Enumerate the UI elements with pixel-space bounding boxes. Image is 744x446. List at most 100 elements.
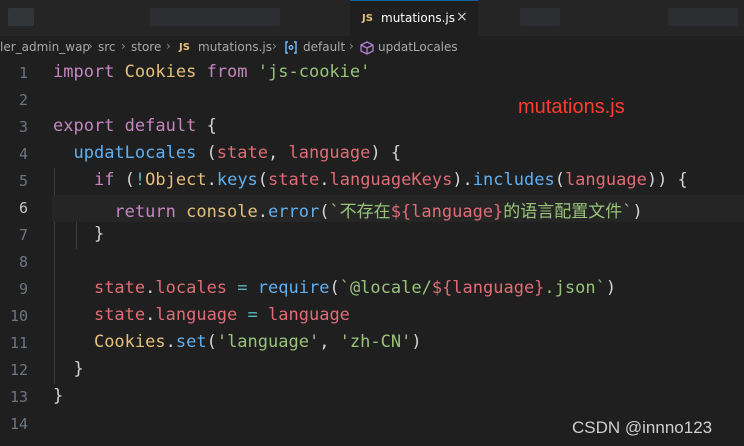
code-token: , bbox=[267, 143, 289, 163]
code-token: ${language} bbox=[431, 278, 545, 298]
code-token: ${language} bbox=[390, 202, 504, 222]
line-number: 13 bbox=[9, 388, 28, 406]
breadcrumb-default[interactable]: default bbox=[303, 40, 345, 54]
line-number: 14 bbox=[9, 415, 28, 433]
code-line[interactable]: 12 } bbox=[0, 357, 744, 384]
code-token: . bbox=[257, 202, 268, 222]
code-token: . bbox=[206, 170, 217, 190]
code-token: ( bbox=[554, 170, 565, 190]
line-number: 9 bbox=[18, 280, 28, 298]
code-text: state.locales = require(`@locale/${langu… bbox=[53, 278, 616, 298]
line-number: 2 bbox=[18, 91, 28, 109]
code-line[interactable]: 6 return console.error(`不存在${language}的语… bbox=[0, 195, 744, 222]
line-number: 7 bbox=[18, 226, 28, 244]
code-token: ( bbox=[257, 170, 269, 190]
code-token: Cookies bbox=[93, 332, 166, 352]
code-text: if (!Object.keys(state.languageKeys).inc… bbox=[53, 170, 688, 190]
blurred-tab[interactable] bbox=[668, 8, 738, 26]
code-token: export bbox=[53, 116, 115, 136]
code-token: language bbox=[288, 143, 371, 163]
code-line[interactable]: 11 Cookies.set('language', 'zh-CN') bbox=[0, 330, 744, 357]
code-token: if bbox=[93, 170, 115, 190]
code-token: 'js-cookie' bbox=[257, 62, 371, 82]
code-token: language bbox=[155, 305, 238, 325]
code-token: state bbox=[268, 170, 320, 190]
code-token: `不存在 bbox=[329, 202, 391, 222]
blurred-tab[interactable] bbox=[150, 8, 280, 26]
code-line[interactable]: 10 state.language = language bbox=[0, 303, 744, 330]
close-icon[interactable]: × bbox=[456, 9, 468, 25]
tab-bar: JS mutations.js × bbox=[0, 0, 744, 36]
code-token: )) { bbox=[646, 170, 688, 190]
code-token: . bbox=[319, 170, 330, 190]
code-token: keys bbox=[216, 170, 258, 190]
breadcrumb-project[interactable]: ler_admin_wap bbox=[0, 40, 90, 54]
tab-mutations-js[interactable]: JS mutations.js × bbox=[350, 0, 478, 36]
code-line[interactable]: 2 bbox=[0, 87, 744, 114]
chevron-right-icon: › bbox=[166, 39, 171, 53]
code-text: } bbox=[53, 224, 104, 244]
breadcrumb-file[interactable]: mutations.js bbox=[198, 40, 272, 54]
chevron-right-icon: › bbox=[349, 39, 354, 53]
code-token: ). bbox=[452, 170, 473, 190]
breadcrumb-method[interactable]: updatLocales bbox=[378, 40, 458, 54]
code-line[interactable]: 13} bbox=[0, 384, 744, 411]
code-token: ) bbox=[632, 202, 643, 222]
code-line[interactable]: 7 } bbox=[0, 222, 744, 249]
line-number: 5 bbox=[18, 172, 28, 190]
code-token: languageKeys bbox=[329, 170, 453, 190]
code-line[interactable]: 1 import Cookies from 'js-cookie' bbox=[0, 60, 744, 87]
breadcrumb-src[interactable]: src bbox=[98, 40, 116, 54]
code-token: } bbox=[53, 359, 84, 379]
code-token: 'language' bbox=[216, 332, 320, 352]
code-token: . bbox=[165, 332, 176, 352]
blurred-tab[interactable] bbox=[8, 8, 34, 26]
code-token: require bbox=[257, 278, 330, 298]
line-number: 4 bbox=[18, 145, 28, 163]
code-line[interactable]: 5 if (!Object.keys(state.languageKeys).i… bbox=[0, 168, 744, 195]
code-token: console bbox=[186, 202, 258, 222]
code-token: default bbox=[124, 116, 197, 136]
code-token: ) { bbox=[370, 143, 402, 163]
code-token: = bbox=[237, 278, 248, 298]
code-token: language bbox=[564, 170, 647, 190]
breadcrumb-store[interactable]: store bbox=[131, 40, 161, 54]
code-editor[interactable]: 1 import Cookies from 'js-cookie' 2 3 export… bbox=[0, 60, 744, 446]
code-token: error bbox=[268, 202, 320, 222]
code-line[interactable]: 8 bbox=[0, 249, 744, 276]
line-number: 10 bbox=[9, 307, 28, 325]
code-token: } bbox=[53, 386, 64, 406]
code-text: } bbox=[53, 359, 84, 379]
code-line[interactable]: 9 state.locales = require(`@locale/${lan… bbox=[0, 276, 744, 303]
code-token: import bbox=[53, 62, 115, 82]
code-token: ( bbox=[196, 143, 217, 163]
code-token: ( bbox=[114, 170, 135, 190]
annotation-label: mutations.js bbox=[518, 96, 625, 118]
code-token: .json` bbox=[544, 278, 606, 298]
code-token: , bbox=[319, 332, 340, 352]
method-cube-icon bbox=[360, 41, 374, 58]
code-token: state bbox=[93, 278, 146, 298]
code-token: ( bbox=[206, 332, 217, 352]
line-number: 12 bbox=[9, 361, 28, 379]
javascript-file-icon: JS bbox=[362, 13, 373, 24]
code-token: set bbox=[175, 332, 207, 352]
code-text: import Cookies from 'js-cookie' bbox=[53, 62, 370, 82]
code-token: Object bbox=[145, 170, 207, 190]
code-line[interactable]: 3 export default { bbox=[0, 114, 744, 141]
tab-label: mutations.js bbox=[381, 11, 455, 25]
code-token: { bbox=[196, 116, 217, 136]
code-line[interactable]: 4 updatLocales (state, language) { bbox=[0, 141, 744, 168]
blurred-tab[interactable] bbox=[520, 8, 560, 26]
